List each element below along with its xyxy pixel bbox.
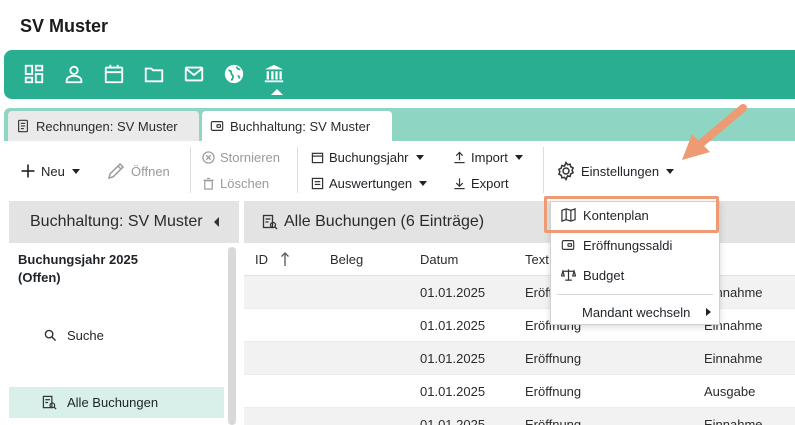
chevron-right-icon <box>706 308 711 316</box>
search-icon <box>44 329 57 342</box>
report-icon <box>311 177 324 190</box>
wallet-icon <box>210 119 224 133</box>
invoice-icon <box>16 119 30 133</box>
tab-buchhaltung[interactable]: Buchhaltung: SV Muster <box>202 111 392 141</box>
list-search-icon <box>262 214 278 230</box>
export-button[interactable]: Export <box>453 176 509 191</box>
scale-icon <box>561 268 576 282</box>
table-row[interactable]: 01.01.2025 Eröffnung Ausgabe <box>244 375 795 408</box>
toolbar-divider <box>190 147 191 193</box>
column-header-datum[interactable]: Datum <box>420 252 458 267</box>
folder-icon[interactable] <box>142 62 166 86</box>
cancel-circle-icon <box>202 151 215 164</box>
fiscal-year-label: Buchungsjahr 2025 (Offen) <box>18 252 138 285</box>
calendar-icon <box>311 151 324 164</box>
sidebar: Buchungsjahr 2025 (Offen) Suche Alle Buc… <box>9 243 239 425</box>
open-button[interactable]: Öffnen <box>106 161 170 181</box>
chevron-down-icon <box>419 181 428 186</box>
sidebar-item-search[interactable]: Suche <box>44 328 104 343</box>
globe-icon[interactable] <box>222 62 246 86</box>
settings-dropdown-menu: Kontenplan Eröffnungssaldi Budget Mandan… <box>550 201 720 325</box>
menu-item-kontenplan[interactable]: Kontenplan <box>551 203 719 227</box>
table-row[interactable]: 01.01.2025 Eröffnung Einnahme <box>244 342 795 375</box>
menu-item-eroeffnungssaldi[interactable]: Eröffnungssaldi <box>551 233 719 257</box>
menu-item-budget[interactable]: Budget <box>551 263 719 287</box>
main-navbar <box>4 50 795 99</box>
table-row[interactable]: 01.01.2025 Eröffnung Einnahme <box>244 408 795 425</box>
delete-button[interactable]: Löschen <box>202 176 269 191</box>
column-header-text[interactable]: Text <box>525 252 549 267</box>
bank-icon[interactable] <box>262 62 286 86</box>
chevron-down-icon <box>514 155 523 160</box>
fiscal-year-button[interactable]: Buchungsjahr <box>311 150 424 165</box>
chevron-down-icon <box>71 168 80 174</box>
upload-icon <box>453 151 466 164</box>
sort-ascending-icon[interactable] <box>280 251 290 270</box>
chevron-down-icon <box>415 155 424 160</box>
active-nav-indicator <box>271 89 283 95</box>
plus-icon <box>20 163 36 179</box>
gear-icon <box>556 161 576 181</box>
menu-divider <box>557 294 713 295</box>
wallet-icon <box>561 238 576 252</box>
calendar-icon[interactable] <box>102 62 126 86</box>
new-button[interactable]: Neu <box>20 163 80 179</box>
tab-label: Rechnungen: SV Muster <box>36 118 178 134</box>
tab-rechnungen[interactable]: Rechnungen: SV Muster <box>8 111 199 141</box>
toolbar-divider <box>297 147 298 193</box>
toolbar: Neu Öffnen Stornieren Löschen Buchungsja… <box>0 141 795 199</box>
import-button[interactable]: Import <box>453 150 523 165</box>
chevron-down-icon <box>666 168 675 174</box>
mail-icon[interactable] <box>182 62 206 86</box>
settings-button[interactable]: Einstellungen <box>556 161 675 181</box>
cancel-booking-button[interactable]: Stornieren <box>202 150 280 165</box>
column-header-beleg[interactable]: Beleg <box>330 252 363 267</box>
list-search-icon <box>42 395 57 410</box>
trash-icon <box>202 177 215 190</box>
column-header-id[interactable]: ID <box>255 252 268 267</box>
map-icon <box>561 208 576 222</box>
tab-bar: Rechnungen: SV Muster Buchhaltung: SV Mu… <box>4 108 795 141</box>
reports-button[interactable]: Auswertungen <box>311 176 428 191</box>
sidebar-header: Buchhaltung: SV Muster <box>9 201 239 243</box>
collapse-sidebar-icon[interactable] <box>214 217 219 227</box>
tab-label: Buchhaltung: SV Muster <box>230 118 371 134</box>
toolbar-divider <box>543 147 544 193</box>
pencil-icon <box>106 161 126 181</box>
download-icon <box>453 177 466 190</box>
sidebar-scrollbar[interactable] <box>228 247 236 425</box>
dashboard-icon[interactable] <box>22 62 46 86</box>
menu-item-mandant-wechseln[interactable]: Mandant wechseln <box>551 300 719 324</box>
person-icon[interactable] <box>62 62 86 86</box>
app-title: SV Muster <box>20 16 109 36</box>
sidebar-item-all-bookings[interactable]: Alle Buchungen <box>9 387 224 418</box>
